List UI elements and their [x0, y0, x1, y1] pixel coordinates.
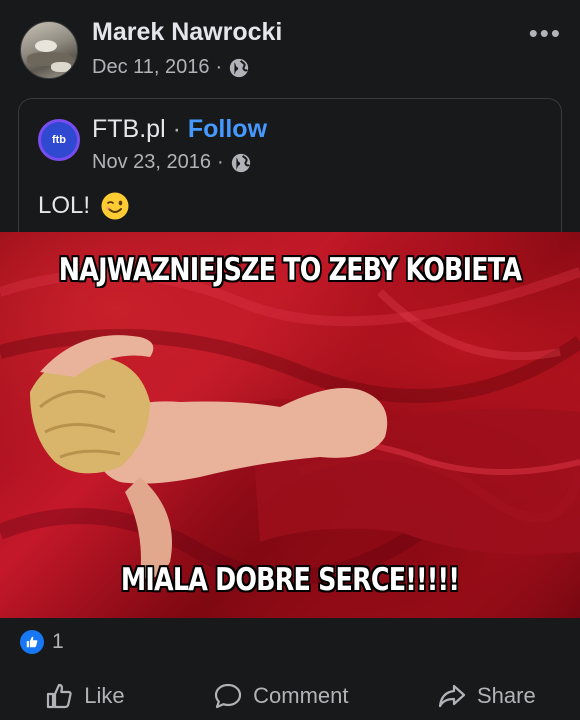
page-separator: ·: [172, 115, 181, 143]
page-avatar-label: ftb: [51, 134, 67, 146]
shared-post-date[interactable]: Nov 23, 2016: [92, 151, 211, 174]
meme-caption-top: NAJWAZNIEJSZE TO ZEBY KOBIETA: [58, 252, 522, 288]
comment-button[interactable]: Comment: [213, 681, 348, 711]
globe-icon: [231, 153, 250, 172]
action-bar: Like Comment Share: [0, 672, 580, 720]
like-label: Like: [84, 683, 125, 708]
shared-post-card: ftb FTB.pl · Follow Nov 23, 2016 · LOL!: [18, 98, 562, 238]
author-name[interactable]: Marek Nawrocki: [92, 18, 282, 47]
post-date[interactable]: Dec 11, 2016: [92, 56, 210, 79]
post-text: LOL!: [38, 191, 130, 221]
share-label: Share: [477, 683, 536, 708]
comment-icon: [215, 683, 242, 709]
post-text-content: LOL!: [38, 192, 91, 219]
share-button[interactable]: Share: [437, 681, 536, 711]
meta-separator: ·: [215, 56, 223, 78]
reactions-summary[interactable]: 1: [20, 630, 64, 654]
comment-label: Comment: [253, 683, 349, 708]
author-avatar[interactable]: [20, 21, 78, 79]
share-icon: [438, 684, 466, 708]
shared-meta-separator: ·: [216, 151, 224, 173]
post-meta: Dec 11, 2016 ·: [92, 56, 250, 79]
globe-icon: [230, 58, 249, 77]
post-header: Marek Nawrocki Dec 11, 2016 · •••: [0, 0, 580, 96]
page-name[interactable]: FTB.pl: [92, 115, 166, 143]
like-button[interactable]: Like: [44, 681, 125, 711]
follow-button[interactable]: Follow: [188, 115, 267, 143]
meme-caption-bottom: MIALA DOBRE SERCE!!!!!: [120, 562, 460, 598]
page-avatar[interactable]: ftb: [38, 119, 80, 161]
shared-post-meta: Nov 23, 2016 ·: [92, 151, 252, 174]
meme-image[interactable]: NAJWAZNIEJSZE TO ZEBY KOBIETA MIALA DOBR…: [0, 232, 580, 618]
like-reaction-icon: [20, 630, 44, 654]
wink-emoji-icon: [101, 192, 129, 220]
shared-post-header: FTB.pl · Follow: [92, 115, 267, 144]
meme-illustration: [0, 267, 580, 586]
thumbs-up-icon: [47, 683, 72, 709]
more-options-icon[interactable]: •••: [529, 20, 562, 46]
reaction-count: 1: [52, 630, 64, 653]
